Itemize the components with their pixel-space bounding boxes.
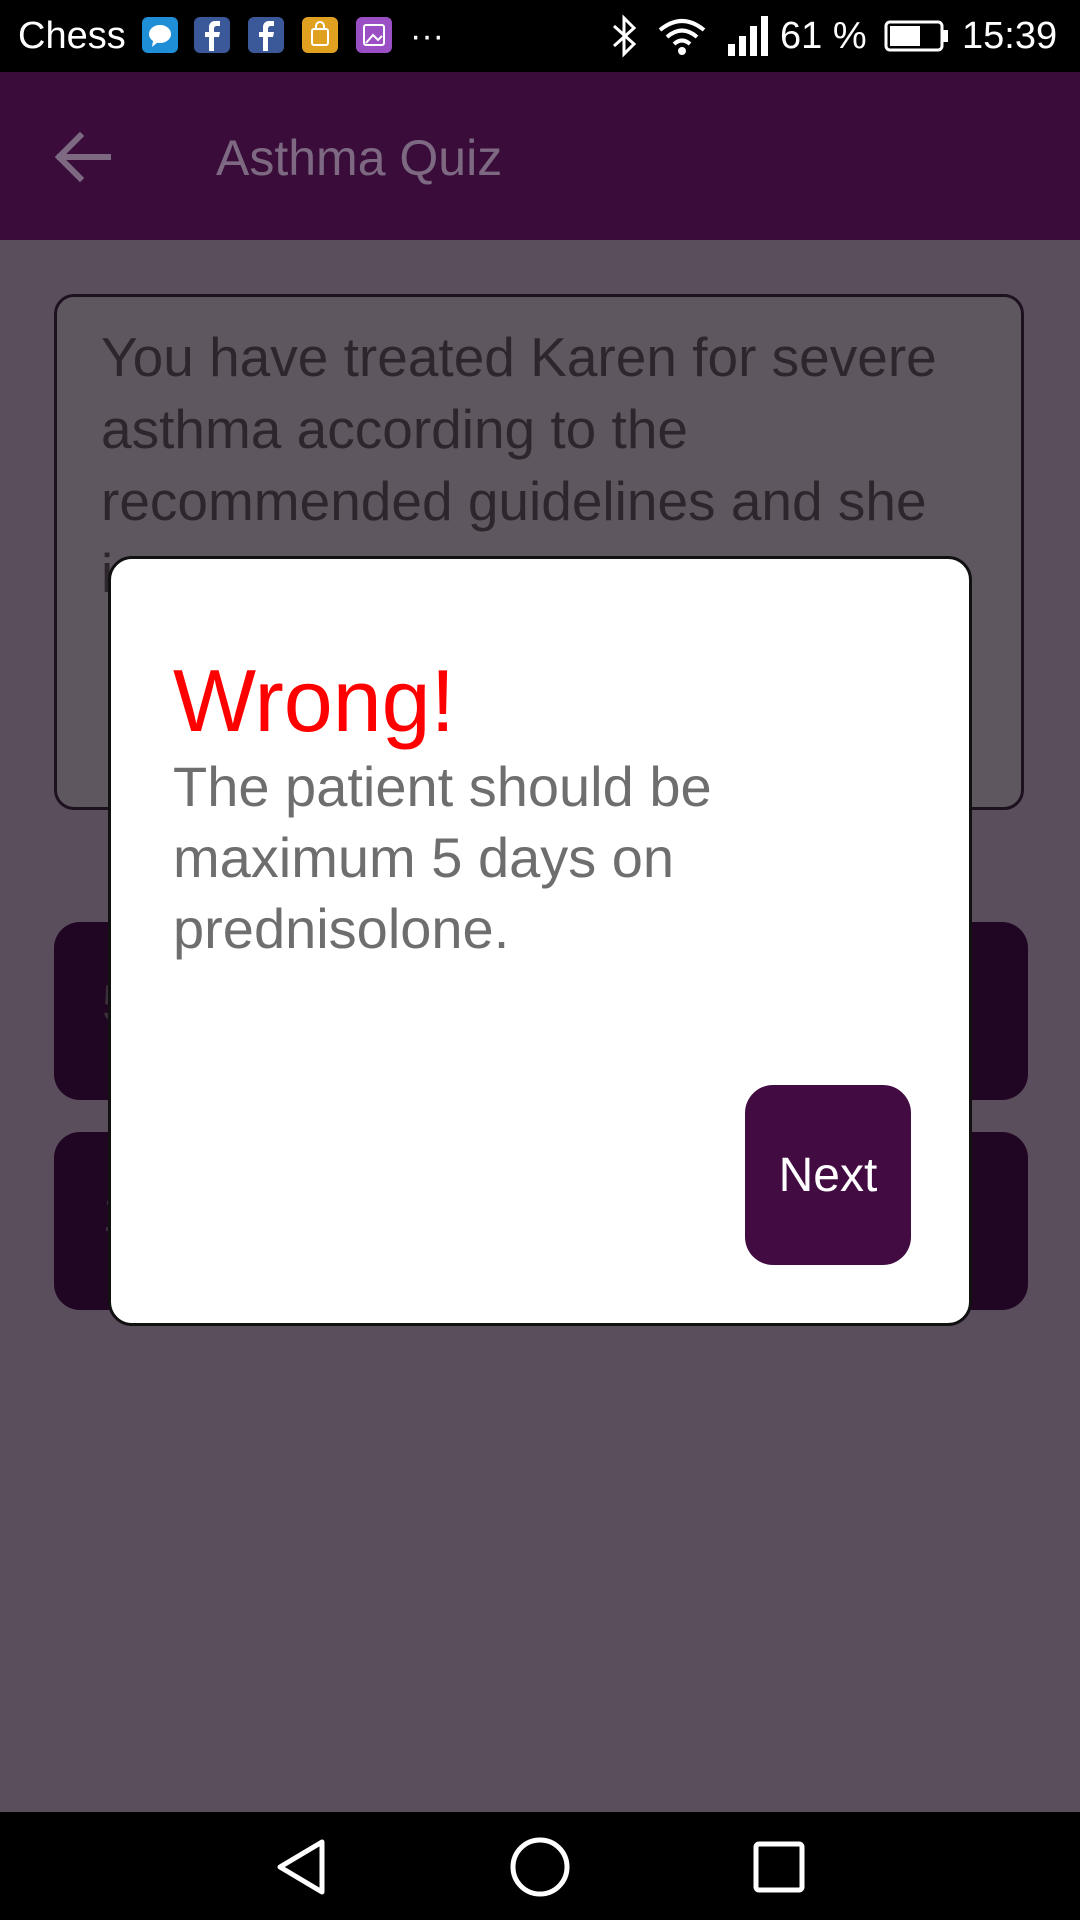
facebook-icon (248, 17, 284, 53)
messenger-icon (142, 17, 178, 53)
nav-home-icon[interactable] (505, 1832, 575, 1902)
wifi-icon (658, 19, 706, 55)
nav-recents-icon[interactable] (744, 1832, 814, 1902)
status-time: 15:39 (962, 15, 1058, 57)
dialog-title: Wrong! (173, 651, 456, 750)
more-notifications-icon: ··· (410, 17, 444, 55)
battery-icon (884, 20, 948, 52)
back-arrow-icon[interactable] (52, 126, 114, 188)
navigation-bar (0, 1812, 1080, 1920)
nav-back-icon[interactable] (266, 1832, 336, 1902)
battery-percent: 61 % (780, 15, 867, 57)
next-button[interactable]: Next (745, 1085, 911, 1265)
dialog-message: The patient should be maximum 5 days on … (173, 755, 712, 960)
signal-icon (728, 16, 768, 56)
status-bar: Chess ··· 61 % 15:39 (0, 0, 1080, 72)
facebook-icon (194, 17, 230, 53)
shopping-bag-icon (302, 17, 338, 53)
result-dialog: Wrong! The patient should be maximum 5 d… (108, 556, 972, 1326)
app-bar: Asthma Quiz (0, 72, 1080, 240)
bluetooth-icon (612, 14, 637, 58)
page-title: Asthma Quiz (216, 130, 503, 186)
gallery-icon (356, 17, 392, 53)
status-app-name: Chess (18, 15, 126, 57)
